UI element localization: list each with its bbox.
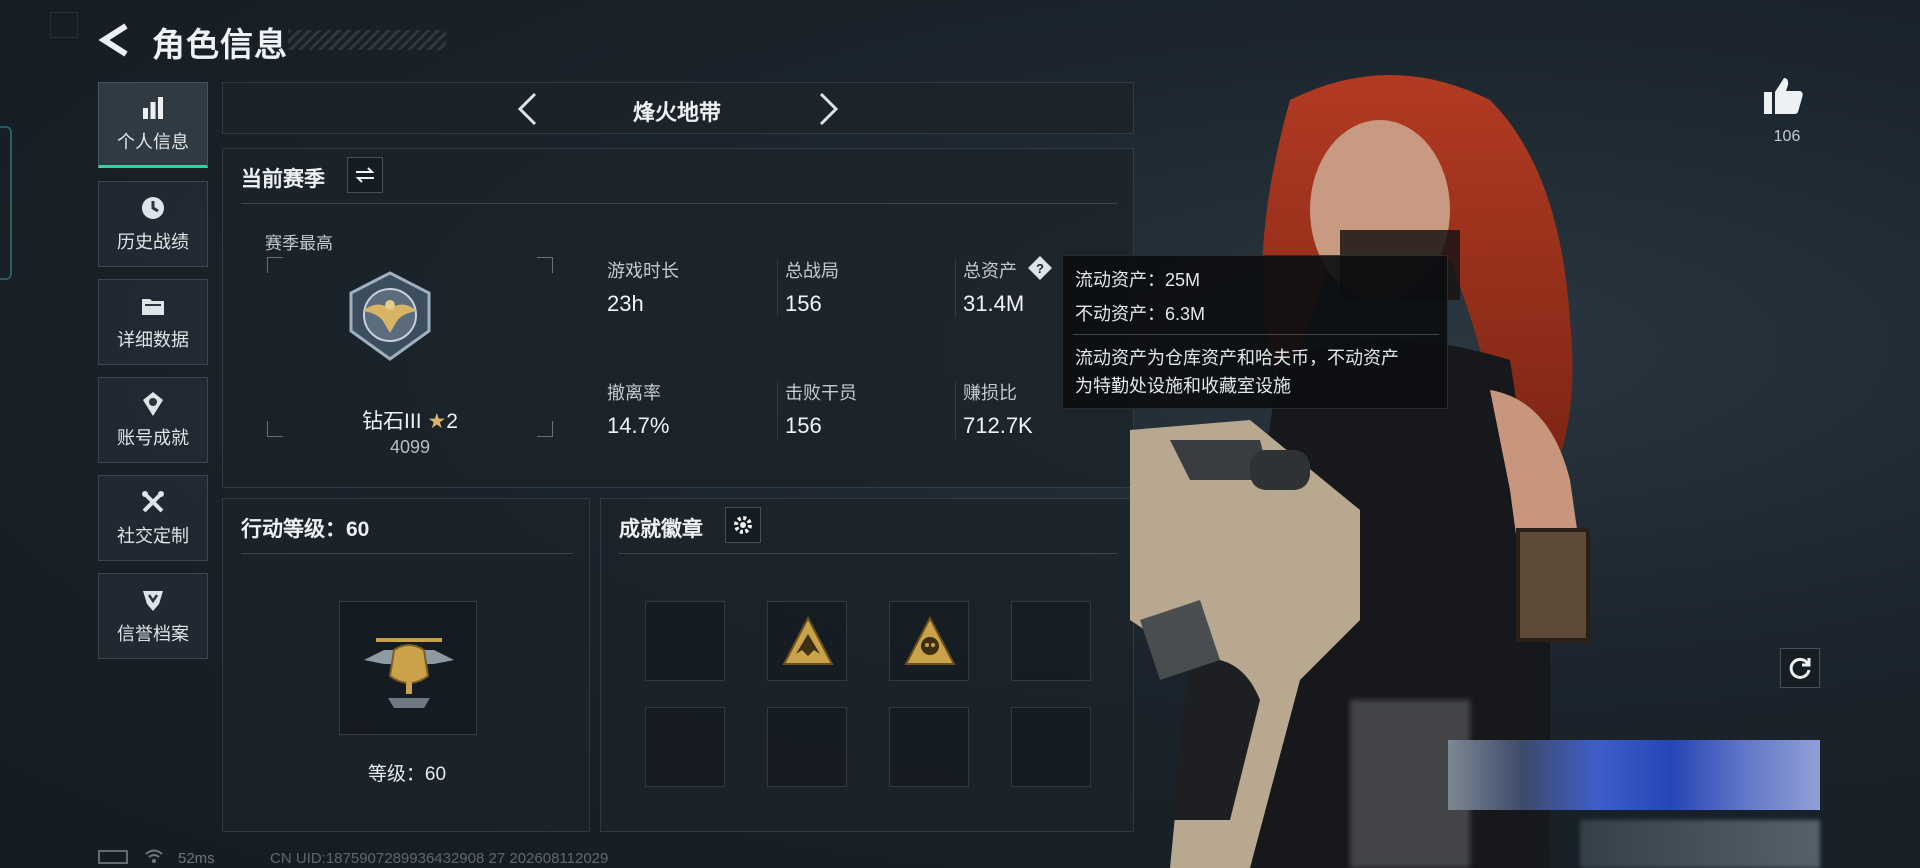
action-level-title: 行动等级：60 [241,518,370,541]
credit-icon [143,591,163,611]
stat-label: 总资产 [963,261,1017,281]
badge-slot-empty[interactable] [1011,707,1091,787]
tooltip-description: 流动资产为仓库资产和哈夫币，不动资产 [1075,348,1399,368]
season-panel: 当前赛季 赛季最高 钻石III ★2 4099 游戏时长 23h 总战局 156… [222,148,1134,488]
sidebar-item-label: 个人信息 [117,132,189,152]
badges-divider [619,553,1117,554]
tooltip-fixed-assets: 不动资产：6.3M [1075,304,1206,324]
stat-separator [777,381,778,439]
rank-name-row: 钻石III ★2 [267,405,553,435]
stat-value: 156 [785,291,822,316]
corner-decoration [50,12,78,38]
helicopter-emblem-icon [364,638,454,708]
sidebar-item-personal-info[interactable]: 个人信息 [98,82,208,168]
help-icon: ? [1028,256,1052,280]
swap-icon [355,167,375,183]
level-emblem-frame [339,601,477,735]
mode-label: 烽火地带 [633,100,722,125]
like-button[interactable] [1762,76,1812,120]
asset-help-button[interactable]: ? [1027,255,1053,281]
refresh-icon [1789,657,1811,679]
wifi-icon [145,849,163,863]
stat-label: 赚损比 [963,383,1017,403]
badge-slot-empty[interactable] [767,707,847,787]
badge-slot-empty[interactable] [645,707,725,787]
uid-text: CN UID:1875907289936432908 27 2026081120… [270,850,609,867]
sidebar-item-achievements[interactable]: 账号成就 [98,377,208,463]
badges-settings-button[interactable] [725,507,761,543]
battery-icon [98,850,128,864]
back-arrow-icon [98,23,128,57]
rank-emblem-icon [349,271,431,361]
badges-panel: 成就徽章 [600,498,1134,832]
title-stripes [288,30,446,50]
level-label: 等级：60 [367,764,447,785]
like-count: 106 [1773,128,1801,145]
prev-mode-arrow-icon[interactable] [515,91,539,127]
sidebar-item-history[interactable]: 历史战绩 [98,181,208,267]
season-best-label: 赛季最高 [265,234,333,253]
sidebar-item-label: 信誉档案 [117,624,189,644]
badges-title: 成就徽章 [619,518,703,541]
medal-icon [143,392,163,416]
stat-separator [777,259,778,317]
svg-text:?: ? [1036,261,1044,276]
side-drawer-handle[interactable] [0,126,12,280]
sidebar-item-label: 历史战绩 [117,232,189,252]
asset-tooltip: 流动资产：25M 不动资产：6.3M 流动资产为仓库资产和哈夫币，不动资产 为特… [1062,255,1448,409]
bar-chart-icon [143,97,163,119]
blurred-footer-region [1580,820,1820,868]
rotate-model-button[interactable] [1780,648,1820,688]
sidebar-item-social[interactable]: 社交定制 [98,475,208,561]
badge-slot-empty[interactable] [645,601,725,681]
sidebar-item-label: 社交定制 [117,526,189,546]
season-divider [241,203,1117,204]
tooltip-divider [1073,334,1439,335]
stat-label: 撤离率 [607,383,661,403]
action-level-divider [241,553,573,554]
gear-icon [734,516,752,534]
tooltip-description: 为特勤处设施和收藏室设施 [1075,376,1291,396]
badge-slot[interactable] [889,601,969,681]
stat-value: 712.7K [963,413,1033,438]
thumbs-up-icon [1764,78,1803,114]
rank-score: 4099 [389,437,431,457]
eagle-badge-icon [782,615,834,665]
season-switch-button[interactable] [347,157,383,193]
back-button[interactable] [98,22,132,58]
sidebar-item-label: 账号成就 [117,428,189,448]
rank-name: 钻石III [362,410,422,433]
page-title: 角色信息 [152,26,288,63]
stat-value: 31.4M [963,291,1025,316]
action-level-panel: 行动等级：60 等级：60 [222,498,590,832]
stat-label: 击败干员 [785,383,857,403]
stat-label: 游戏时长 [607,261,679,281]
stat-value: 156 [785,413,822,438]
skull-badge-icon [904,615,956,665]
sidebar-item-label: 详细数据 [117,330,189,350]
ping-text: 52ms [178,850,215,867]
stat-separator [955,381,956,439]
stat-value: 23h [607,291,644,316]
clock-icon [142,197,164,219]
stat-separator [955,259,956,317]
stat-value: 14.7% [607,413,670,438]
tools-icon [142,491,164,513]
badge-slot-empty[interactable] [1011,601,1091,681]
next-mode-arrow-icon[interactable] [817,91,841,127]
tooltip-liquid-assets: 流动资产：25M [1075,270,1201,290]
rank-stars: 2 [446,410,458,433]
star-icon: ★ [427,410,447,433]
stat-label: 总战局 [785,261,839,281]
sidebar-item-credit[interactable]: 信誉档案 [98,573,208,659]
mode-selector: 烽火地带 [222,82,1134,134]
banner-thumbnail[interactable] [1448,740,1820,810]
badge-slot-empty[interactable] [889,707,969,787]
sidebar-item-detailed-data[interactable]: 详细数据 [98,279,208,365]
season-title: 当前赛季 [241,168,325,191]
folder-icon [142,299,164,315]
badge-slot[interactable] [767,601,847,681]
